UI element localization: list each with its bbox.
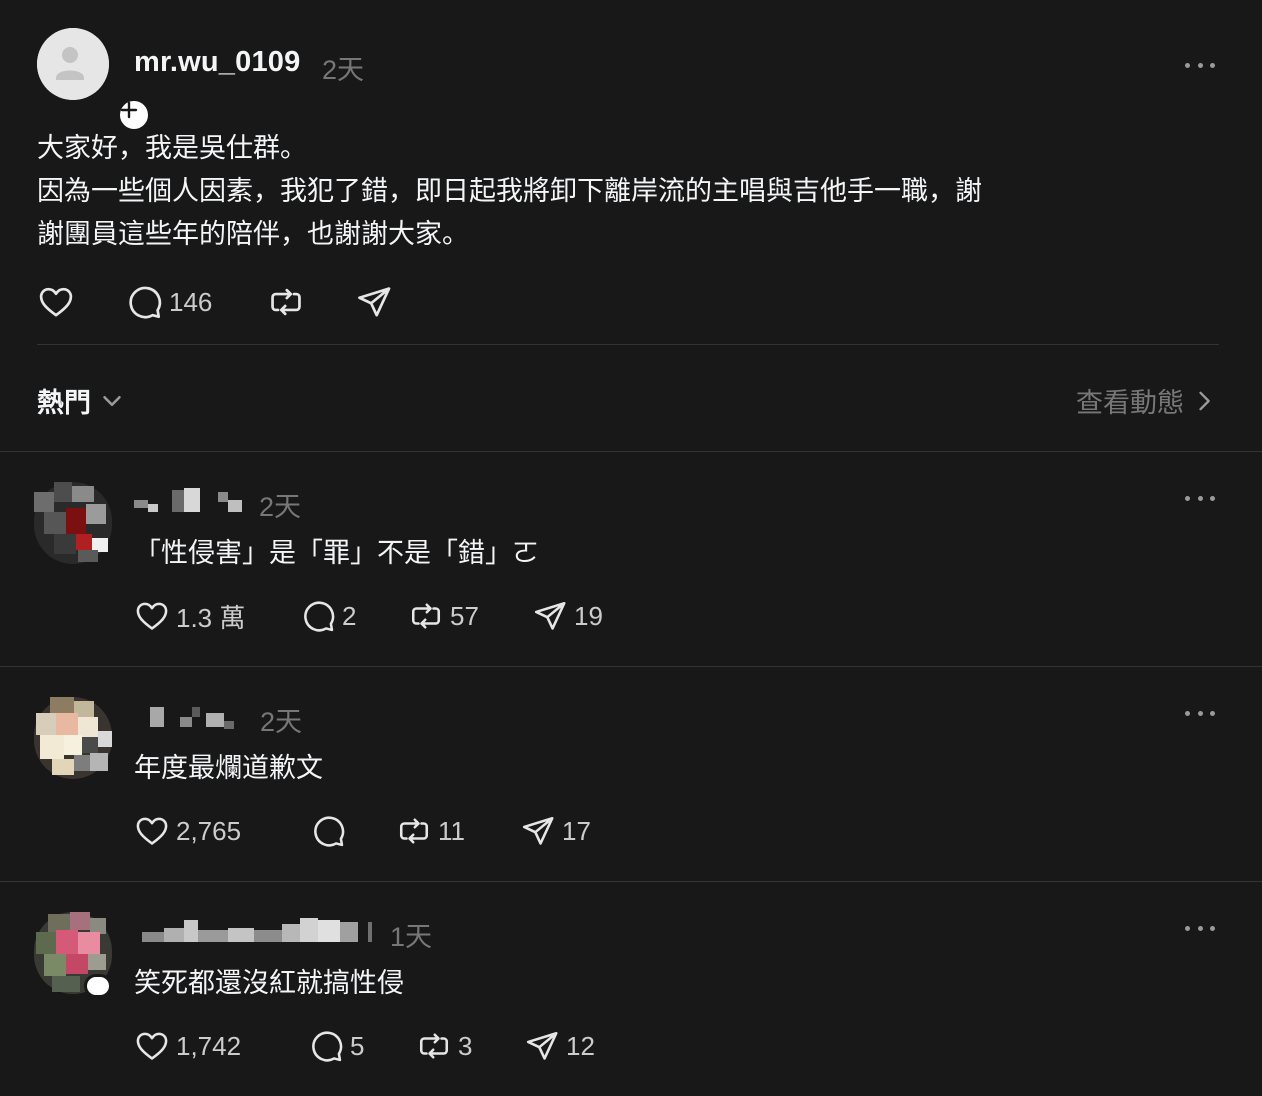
like-count: 1,742 [176,1030,242,1061]
send-icon [522,816,554,845]
reply-username[interactable] [134,918,374,946]
reply-text: 「性侵害」是「罪」不是「錯」ㄛ [134,538,539,568]
post-text-line: 因為一些個人因素，我犯了錯，即日起我將卸下離岸流的主唱與吉他手一職，謝 [37,176,982,206]
repost-button[interactable]: 3 [416,1027,472,1065]
main-post: mr.wu_0109 2天 大家好，我是吳仕群。 因為一些個人因素，我犯了錯，即… [0,0,1262,452]
like-button[interactable]: 1.3 萬 [134,597,245,635]
reply-count: 5 [350,1030,365,1061]
reply-text: 笑死都還沒紅就搞性侵 [134,968,404,998]
repost-icon [399,818,429,844]
default-user-icon [37,28,109,100]
reply-button[interactable]: 5 [308,1027,364,1065]
more-horizontal-icon [1185,62,1190,68]
repost-count: 3 [458,1030,473,1061]
more-options-button[interactable] [1185,491,1215,505]
repost-count: 57 [450,600,479,631]
more-horizontal-icon [1185,495,1190,501]
post-text: 大家好，我是吳仕群。 因為一些個人因素，我犯了錯，即日起我將卸下離岸流的主唱與吉… [37,127,1077,256]
send-icon [358,287,391,317]
reply-count: 2 [342,600,357,631]
view-activity-label: 查看動態 [1076,388,1184,418]
more-horizontal-icon [1185,710,1190,716]
repost-icon [419,1033,449,1059]
share-count: 19 [574,600,603,631]
reply-count: 146 [169,286,213,317]
reply-item: 2天 「性侵害」是「罪」不是「錯」ㄛ 1.3 萬 2 57 19 [0,452,1262,667]
reply-actions: 1,742 5 3 12 [134,1027,734,1065]
sort-label: 熱門 [37,388,91,418]
share-button[interactable]: 19 [532,597,603,635]
repost-button[interactable]: 57 [408,597,479,635]
sort-dropdown[interactable]: 熱門 [37,381,127,420]
repost-icon [411,603,441,629]
repost-count: 11 [438,815,465,846]
like-button[interactable]: 2,765 [134,812,241,850]
view-activity-link[interactable]: 查看動態 [1076,381,1218,420]
share-count: 12 [566,1030,595,1061]
repost-button[interactable]: 11 [396,812,465,850]
avatar[interactable] [34,482,112,564]
reply-button[interactable]: 2 [300,597,356,635]
post-text-line: 謝團員這些年的陪伴，也謝謝大家。 [37,219,469,249]
avatar[interactable] [34,697,112,779]
reply-item: 1天 笑死都還沒紅就搞性侵 1,742 5 3 12 [0,882,1262,1096]
send-icon [534,601,566,630]
comment-icon [314,816,345,847]
reply-timestamp[interactable]: 2天 [260,700,302,739]
share-button[interactable] [355,283,393,321]
heart-icon [39,287,73,317]
author-username[interactable]: mr.wu_0109 [134,46,300,79]
repost-button[interactable] [267,283,305,321]
reply-button[interactable] [310,812,346,850]
share-button[interactable]: 17 [520,812,591,850]
heart-icon [136,1032,168,1060]
reply-actions: 2,765 11 17 [134,812,734,850]
more-options-button[interactable] [1185,706,1215,720]
chevron-right-icon [1199,391,1210,410]
reply-text: 年度最爛道歉文 [134,753,323,783]
plus-icon [120,101,138,119]
like-count: 1.3 萬 [176,602,246,633]
more-horizontal-icon [1185,925,1190,931]
reply-timestamp[interactable]: 1天 [390,915,432,954]
reply-actions: 1.3 萬 2 57 19 [134,597,734,635]
divider [37,344,1219,345]
comment-icon [312,1031,343,1062]
more-options-button[interactable] [1185,921,1215,935]
comment-icon [304,601,335,632]
author-avatar[interactable] [37,28,152,133]
like-count: 2,765 [176,815,242,846]
share-count: 17 [562,815,591,846]
heart-icon [136,817,168,845]
reply-username[interactable] [134,488,249,516]
reply-item: 2天 年度最爛道歉文 2,765 11 17 [0,667,1262,882]
repost-icon [271,288,301,316]
post-timestamp[interactable]: 2天 [322,48,364,87]
heart-icon [136,602,168,630]
comment-icon [129,286,162,319]
reply-username[interactable] [134,703,244,731]
send-icon [526,1031,558,1060]
chevron-down-icon [103,395,121,406]
reply-button[interactable]: 146 [125,283,212,321]
more-options-button[interactable] [1185,58,1215,72]
like-button[interactable]: 1,742 [134,1027,241,1065]
reply-timestamp[interactable]: 2天 [259,485,301,524]
share-button[interactable]: 12 [524,1027,595,1065]
post-text-line: 大家好，我是吳仕群。 [37,133,307,163]
avatar[interactable] [34,912,112,998]
like-button[interactable] [37,283,75,321]
